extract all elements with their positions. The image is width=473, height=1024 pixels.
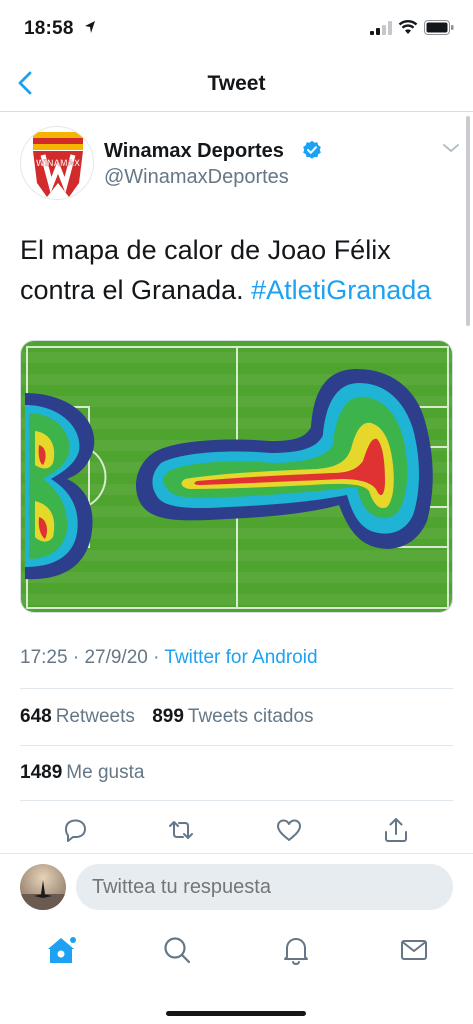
stats-row-retweets: 648 Retweets 899 Tweets citados xyxy=(20,706,326,728)
status-bar: 18:58 xyxy=(0,0,473,54)
divider xyxy=(20,745,453,746)
page-title: Tweet xyxy=(207,72,266,95)
share-icon[interactable] xyxy=(381,815,411,845)
like-icon[interactable] xyxy=(274,815,304,845)
meta-separator: · xyxy=(153,647,165,668)
notifications-icon[interactable] xyxy=(279,933,313,967)
tweet-media-heatmap[interactable] xyxy=(20,340,453,613)
quotes-link[interactable]: 899 Tweets citados xyxy=(152,706,325,727)
likes-label: Me gusta xyxy=(66,762,145,783)
search-icon[interactable] xyxy=(160,933,194,967)
battery-icon xyxy=(424,20,454,35)
location-arrow-icon xyxy=(85,21,95,33)
status-time: 18:58 xyxy=(24,18,74,39)
hashtag-link[interactable]: #AtletiGranada xyxy=(251,275,431,305)
tweet-meta: 17:25 · 27/9/20 · Twitter for Android xyxy=(20,647,318,669)
tweet-actions xyxy=(0,815,473,849)
likes-count: 1489 xyxy=(20,762,63,783)
reply-icon[interactable] xyxy=(60,815,90,845)
handle[interactable]: @WinamaxDeportes xyxy=(104,166,289,189)
retweet-icon[interactable] xyxy=(166,815,196,845)
home-indicator xyxy=(166,1011,306,1016)
display-name[interactable]: Winamax Deportes xyxy=(104,140,284,163)
reply-bar xyxy=(0,853,473,923)
verified-icon xyxy=(303,140,321,159)
tweet-text: El mapa de calor de Joao Félix contra el… xyxy=(20,230,460,310)
scrollbar[interactable] xyxy=(466,116,470,326)
quotes-count: 899 xyxy=(152,706,184,727)
home-icon[interactable] xyxy=(44,933,78,967)
signal-icon xyxy=(370,21,392,35)
likes-link[interactable]: 1489 Me gusta xyxy=(20,762,156,784)
tweet-header: WINAMAX Winamax Deportes @WinamaxDeporte… xyxy=(20,126,460,202)
divider xyxy=(20,800,453,801)
retweets-count: 648 xyxy=(20,706,52,727)
nav-bar: Tweet xyxy=(0,54,473,112)
quotes-label: Tweets citados xyxy=(187,706,314,727)
avatar[interactable] xyxy=(20,864,66,910)
reply-input[interactable] xyxy=(76,864,453,910)
messages-icon[interactable] xyxy=(397,933,431,967)
tab-bar xyxy=(0,925,473,985)
tweet-source-link[interactable]: Twitter for Android xyxy=(164,647,317,668)
retweets-label: Retweets xyxy=(55,706,135,727)
wifi-icon xyxy=(398,20,418,34)
meta-separator: · xyxy=(72,647,85,668)
logo-wordmark: WINAMAX xyxy=(36,158,80,168)
divider xyxy=(20,688,453,689)
chevron-down-icon[interactable] xyxy=(442,142,460,154)
tweet-date: 27/9/20 xyxy=(84,647,148,668)
avatar[interactable]: WINAMAX xyxy=(20,126,94,200)
retweets-link[interactable]: 648 Retweets xyxy=(20,706,152,727)
tweet-time: 17:25 xyxy=(20,647,68,668)
